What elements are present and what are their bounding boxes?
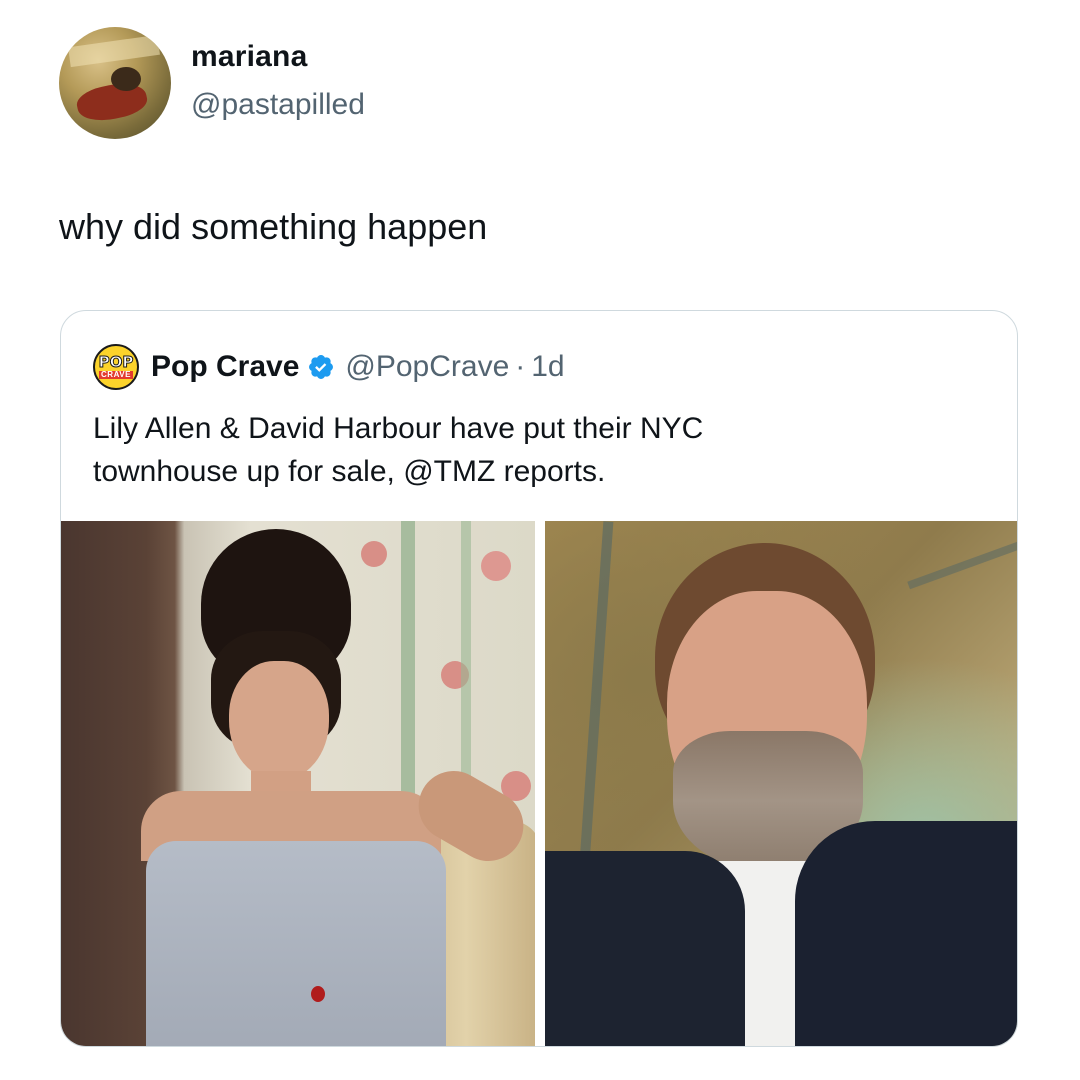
media-grid <box>61 521 1017 1046</box>
verified-badge-icon <box>309 355 334 379</box>
quoted-text-line: townhouse up for sale, @TMZ reports. <box>93 455 606 488</box>
photo-lily-allen[interactable] <box>61 521 535 1046</box>
quoted-text-line: Lily Allen & David Harbour have put thei… <box>93 412 704 445</box>
quoted-display-name[interactable]: Pop Crave <box>151 350 299 384</box>
quoted-timestamp[interactable]: 1d <box>531 350 564 384</box>
quoted-tweet-header: POP CRAVE Pop Crave @PopCrave · 1d <box>93 344 565 390</box>
user-avatar[interactable] <box>59 27 171 139</box>
photo-david-harbour[interactable] <box>545 521 1017 1046</box>
tweet-text: why did something happen <box>59 206 488 247</box>
quoted-tweet-card[interactable]: POP CRAVE Pop Crave @PopCrave · 1d Lily … <box>60 310 1018 1047</box>
user-handle[interactable]: @pastapilled <box>191 88 365 122</box>
pop-crave-logo[interactable]: POP CRAVE <box>93 344 139 390</box>
user-display-name[interactable]: mariana <box>191 40 307 74</box>
separator-dot: · <box>515 350 526 383</box>
quoted-tweet-text: Lily Allen & David Harbour have put thei… <box>93 407 973 493</box>
quoted-handle[interactable]: @PopCrave <box>345 350 509 384</box>
